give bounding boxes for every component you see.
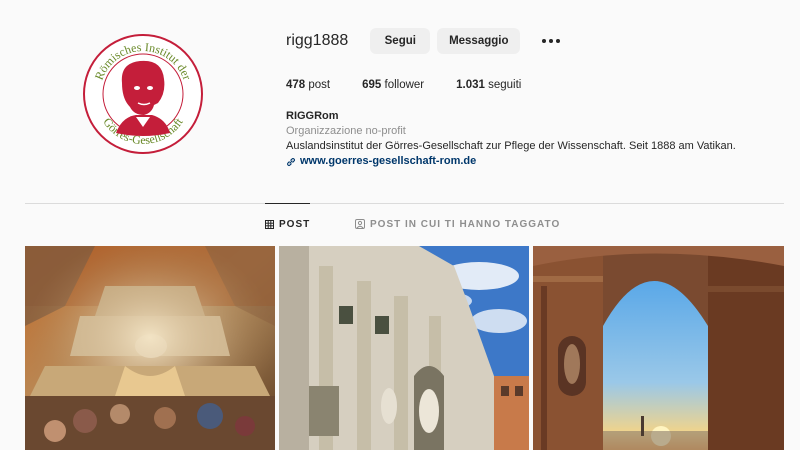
profile-category: Organizzazione no-profit <box>286 125 406 137</box>
post-thumbnail-arch-sunset[interactable] <box>533 246 784 450</box>
profile-website-link[interactable]: www.goerres-gesellschaft-rom.de <box>286 154 786 169</box>
post-thumbnail-trevi-fountain[interactable] <box>279 246 529 450</box>
more-options-icon[interactable] <box>541 31 561 51</box>
tab-posts[interactable]: POST <box>265 203 311 245</box>
message-button[interactable]: Messaggio <box>437 28 521 54</box>
post-thumbnail-ceiling-fresco[interactable] <box>25 246 275 450</box>
profile-header: rigg1888 Segui Messaggio 478 post 695 fo… <box>286 28 786 169</box>
tab-tagged[interactable]: POST IN CUI TI HANNO TAGGATO <box>355 203 560 245</box>
stat-following[interactable]: 1.031 seguiti <box>456 79 521 91</box>
follow-button[interactable]: Segui <box>370 28 431 54</box>
username: rigg1888 <box>286 32 349 49</box>
posts-grid <box>25 246 784 450</box>
link-icon <box>287 157 295 166</box>
profile-tabs: POST POST IN CUI TI HANNO TAGGATO <box>25 203 784 245</box>
profile-name: RIGGRom <box>286 110 339 122</box>
profile-bio: RIGGRom Organizzazione no-profit Ausland… <box>286 109 786 169</box>
tagged-icon <box>355 219 365 229</box>
profile-avatar[interactable]: Römisches Institut der Görres-Gesellscha… <box>82 33 204 155</box>
stat-followers[interactable]: 695 follower <box>362 79 424 91</box>
grid-icon <box>265 220 274 229</box>
profile-stats: 478 post 695 follower 1.031 seguiti <box>286 79 786 91</box>
profile-bio-text: Auslandsinstitut der Görres-Gesellschaft… <box>286 140 736 152</box>
stat-posts: 478 post <box>286 79 331 91</box>
